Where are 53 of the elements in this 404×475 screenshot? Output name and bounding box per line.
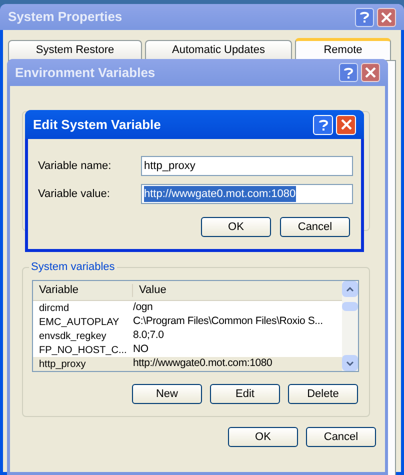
list-row[interactable]: envsdk_regkey 8.0;7.0 [33, 329, 342, 343]
close-button[interactable] [377, 8, 396, 26]
variable-value: http://wwwgate0.mot.com:1080 [133, 356, 272, 372]
close-icon [365, 67, 376, 78]
variable-value: 8.0;7.0 [133, 328, 164, 344]
dialog-button[interactable]: OK [228, 427, 298, 447]
variable-value: C:\Program Files\Common Files\Roxio S... [133, 314, 323, 330]
field-label: Variable name: [38, 158, 112, 174]
dialog-button[interactable]: Cancel [306, 427, 376, 447]
variable-name: dircmd [38, 302, 70, 316]
input-field[interactable]: http://wwwgate0.mot.com:1080 [141, 184, 353, 204]
window-title: System Properties [8, 8, 124, 26]
window-title: Environment Variables [15, 64, 156, 82]
field-value: http_proxy [144, 158, 196, 174]
scroll-thumb[interactable] [342, 302, 358, 310]
list-row[interactable]: FP_NO_HOST_C... NO [33, 343, 342, 357]
group-label: System variables [29, 259, 117, 276]
close-icon [381, 12, 392, 22]
dialog-button[interactable]: OK [201, 217, 271, 237]
list-row[interactable]: EMC_AUTOPLAY C:\Program Files\Common Files\Roxio S... [33, 315, 342, 329]
dialog-button[interactable]: Edit [210, 384, 280, 404]
variable-name: FP_NO_HOST_C... [38, 344, 128, 358]
window-title: Edit System Variable [33, 116, 162, 134]
close-icon [340, 119, 352, 130]
variable-value: NO [133, 342, 148, 358]
variable-name: envsdk_regkey [38, 330, 108, 344]
input-field[interactable]: http_proxy [141, 156, 353, 176]
variable-value: /ogn [133, 300, 153, 316]
list-row[interactable]: http_proxy http://wwwgate0.mot.com:1080 [33, 357, 342, 371]
field-label: Variable value: [38, 186, 111, 202]
close-button[interactable] [336, 114, 356, 134]
field-value: http://wwwgate0.mot.com:1080 [144, 186, 296, 202]
close-button[interactable] [361, 63, 380, 82]
help-icon [318, 118, 328, 130]
tab[interactable]: System Restore [8, 40, 142, 60]
scroll-up-button[interactable] [342, 281, 358, 297]
variable-name: EMC_AUTOPLAY [38, 316, 120, 330]
dialog-button[interactable]: New [132, 384, 202, 404]
dialog-button[interactable]: Delete [288, 384, 358, 404]
scroll-down-button[interactable] [342, 355, 358, 371]
column-header[interactable]: Variable [33, 284, 133, 297]
help-button[interactable] [339, 63, 358, 82]
help-button[interactable] [313, 114, 333, 134]
variable-name: http_proxy [38, 358, 87, 372]
tab[interactable]: Remote [295, 38, 391, 60]
help-icon [360, 11, 369, 23]
help-icon [344, 66, 353, 78]
list-row[interactable]: dircmd /ogn [33, 301, 342, 315]
help-button[interactable] [355, 8, 374, 26]
tab[interactable]: Automatic Updates [145, 40, 292, 60]
scrollbar[interactable] [342, 281, 358, 371]
column-header[interactable]: Value [133, 281, 342, 300]
dialog-button[interactable]: Cancel [280, 217, 350, 237]
